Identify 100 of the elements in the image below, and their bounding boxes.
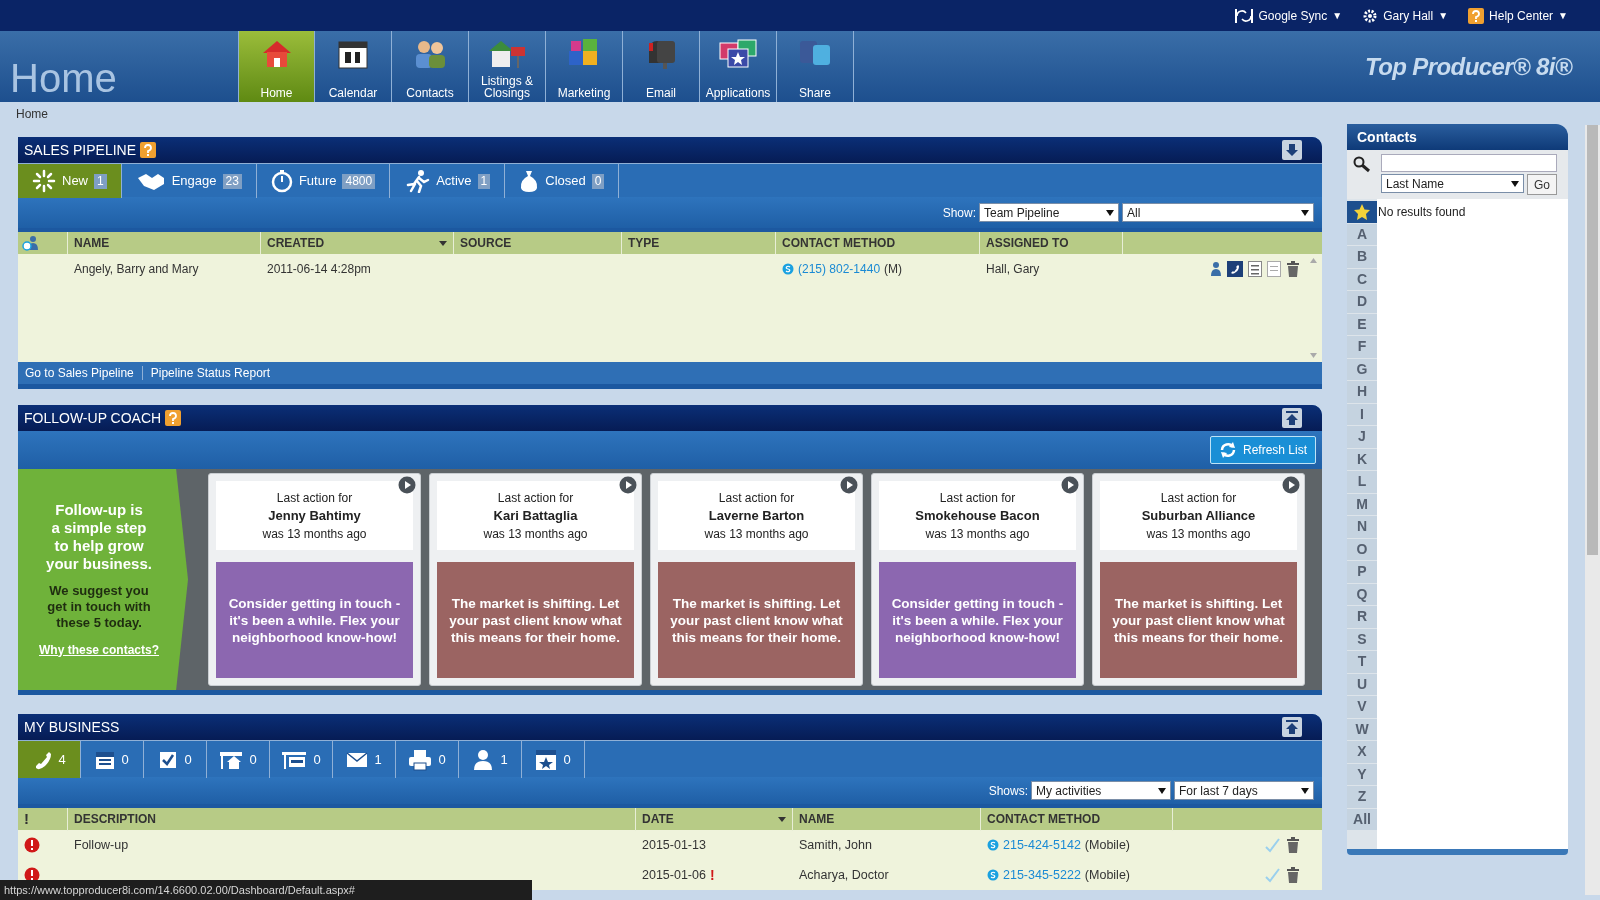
card-prefix: Last action for — [497, 489, 574, 507]
burst-icon — [32, 169, 56, 193]
letter-filter[interactable]: A — [1347, 223, 1377, 245]
letter-filter[interactable]: F — [1347, 336, 1377, 358]
runner-icon — [404, 169, 431, 193]
activity-tab[interactable]: 4 — [18, 741, 81, 778]
contact-card[interactable]: Last action for Kari Battaglia was 13 months ago The market is shifting. Let your past client know what this means for their home. — [429, 473, 642, 686]
intro-headline: Follow-up is a simple step to help grow your business. — [45, 500, 153, 573]
nav-tab[interactable]: Home — [238, 31, 315, 102]
stopwatch-icon — [270, 169, 293, 193]
card-time: was 13 months ago — [704, 525, 809, 543]
letter-filter[interactable]: M — [1347, 493, 1377, 515]
table-cell-text: 2015-01-13 — [642, 836, 706, 854]
contact-search-field[interactable] — [1381, 154, 1557, 172]
collapse-button[interactable] — [1282, 140, 1302, 160]
phone-type: (Mobile) — [1084, 836, 1130, 854]
letter-filter[interactable]: W — [1347, 718, 1377, 740]
table-cell-text: Samith, John — [798, 836, 873, 854]
contact-card[interactable]: Last action for Smokehouse Bacon was 13 months ago Consider getting in touch - it's been a while. Flex your neighborhood know-how! — [871, 473, 1084, 686]
card-contact-name: Laverne Barton — [708, 506, 805, 525]
letter-filter[interactable]: Y — [1347, 763, 1377, 785]
contact-card[interactable]: Last action for Jenny Bahtimy was 13 months ago Consider getting in touch - it's been a while. Flex your neighborhood know-how! — [208, 473, 421, 686]
letter-filter[interactable]: P — [1347, 561, 1377, 583]
panel-title: SALES PIPELINE — [24, 140, 137, 160]
top-menu[interactable]: Google Sync ▼ — [1233, 6, 1343, 25]
sign-icon — [281, 749, 308, 770]
activity-filter[interactable]: For last 7 days — [1174, 781, 1314, 800]
letter-filter[interactable]: J — [1347, 426, 1377, 448]
letter-filter[interactable]: L — [1347, 471, 1377, 493]
trash-icon — [1286, 261, 1300, 277]
letter-filter[interactable]: R — [1347, 606, 1377, 628]
pipeline-filter[interactable]: All — [1122, 203, 1314, 222]
document-icon — [1267, 261, 1281, 277]
letter-filter[interactable]: V — [1347, 696, 1377, 718]
letter-filter[interactable]: All — [1347, 808, 1377, 830]
play-icon — [1061, 476, 1079, 494]
collapse-button[interactable] — [1282, 408, 1302, 428]
top-menu[interactable]: Help Center ▼ — [1468, 6, 1568, 25]
letter-filter[interactable]: G — [1347, 358, 1377, 380]
nav-tab[interactable]: Share — [777, 31, 854, 102]
nav-tab[interactable]: Marketing — [546, 31, 623, 102]
letter-filter[interactable]: N — [1347, 516, 1377, 538]
go-button[interactable]: Go — [1527, 174, 1557, 195]
checkbox-icon — [158, 749, 179, 770]
search-icon — [1353, 156, 1371, 174]
person-icon — [472, 748, 495, 771]
card-contact-name: Jenny Bahtimy — [268, 506, 361, 525]
dropdown-caret-icon — [1106, 209, 1114, 216]
down-arrow-icon — [1310, 353, 1317, 358]
up-arrow-icon — [1285, 411, 1299, 425]
play-icon — [398, 476, 416, 494]
letter-filter[interactable] — [1347, 201, 1377, 223]
play-icon — [619, 476, 637, 494]
letter-filter[interactable]: T — [1347, 651, 1377, 673]
intro-text: We suggest you get in touch with these 5 today. — [46, 582, 152, 631]
nav-tab[interactable]: Calendar — [315, 31, 392, 102]
letter-filter[interactable]: D — [1347, 291, 1377, 313]
refresh-icon — [1218, 441, 1237, 459]
phone-link[interactable]: (215) 802-1440 — [798, 260, 881, 278]
card-prefix: Last action for — [1160, 489, 1237, 507]
letter-filter[interactable]: X — [1347, 741, 1377, 763]
card-contact-name: Suburban Alliance — [1141, 506, 1256, 525]
phone-link[interactable]: 215-424-5142 — [1003, 835, 1081, 855]
skype-icon — [782, 263, 794, 275]
panel-title: FOLLOW-UP COACH — [24, 408, 162, 428]
letter-filter[interactable]: I — [1347, 403, 1377, 425]
card-time: was 13 months ago — [483, 525, 588, 543]
nav-tab[interactable]: Applications — [700, 31, 777, 102]
suggestion-box: The market is shifting. Let your past client know what this means for their home. — [658, 562, 855, 678]
contact-card[interactable]: Last action for Laverne Barton was 13 months ago The market is shifting. Let your past client know what this means for their home. — [650, 473, 863, 686]
letter-filter[interactable]: H — [1347, 381, 1377, 403]
contact-card[interactable]: Last action for Suburban Alliance was 13 months ago The market is shifting. Let your past client know what this means for their home. — [1092, 473, 1305, 686]
footer-link[interactable]: Pipeline Status Report — [150, 364, 271, 382]
top-menu[interactable]: Gary Hall ▼ — [1362, 6, 1449, 25]
letter-filter[interactable]: E — [1347, 313, 1377, 335]
refresh-list-button[interactable]: Refresh List — [1209, 436, 1316, 464]
letter-filter[interactable]: S — [1347, 628, 1377, 650]
dropdown-caret-icon — [1158, 787, 1166, 794]
pipeline-tab[interactable]: New 1 — [18, 164, 122, 198]
shows-label: Shows: — [988, 782, 1028, 800]
pipeline-filter[interactable]: Team Pipeline — [979, 203, 1119, 222]
letter-filter[interactable]: U — [1347, 673, 1377, 695]
trash-icon — [1286, 867, 1300, 883]
collapse-button[interactable] — [1282, 717, 1302, 737]
letter-filter[interactable]: O — [1347, 538, 1377, 560]
star-icon — [1353, 202, 1371, 221]
footer-link[interactable]: Go to Sales Pipeline — [25, 364, 134, 382]
card-prefix: Last action for — [276, 489, 353, 507]
calendar-icon — [95, 749, 116, 770]
breadcrumb[interactable]: Home — [16, 104, 48, 123]
letter-filter[interactable]: Q — [1347, 583, 1377, 605]
envelope-icon — [346, 750, 369, 769]
letter-filter[interactable]: Z — [1347, 786, 1377, 808]
search-by-select[interactable]: Last Name — [1381, 174, 1524, 193]
letter-filter[interactable]: B — [1347, 246, 1377, 268]
letter-filter[interactable]: K — [1347, 448, 1377, 470]
table-cell-text: Angely, Barry and Mary — [73, 261, 200, 278]
activity-filter[interactable]: My activities — [1031, 781, 1171, 800]
phone-link[interactable]: 215-345-5222 — [1003, 865, 1081, 885]
letter-filter[interactable]: C — [1347, 268, 1377, 290]
